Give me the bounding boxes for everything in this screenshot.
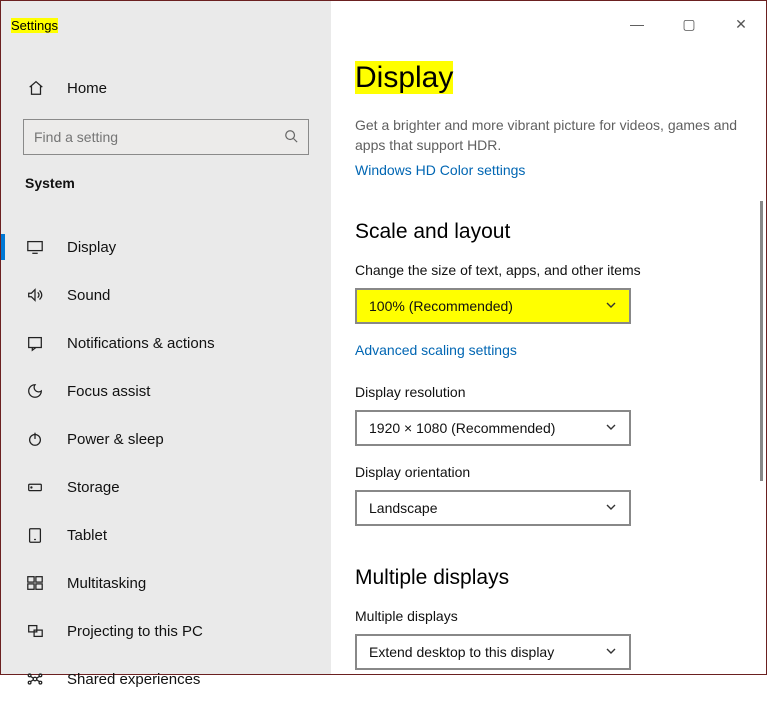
sidebar: Settings Home System Display — [1, 1, 331, 674]
chevron-down-icon — [605, 500, 617, 516]
sidebar-item-label: Storage — [67, 479, 120, 496]
resolution-dropdown[interactable]: 1920 × 1080 (Recommended) — [355, 410, 631, 446]
sidebar-item-multitasking[interactable]: Multitasking — [1, 559, 331, 607]
sidebar-item-label: Sound — [67, 287, 110, 304]
page-title: Display — [355, 61, 738, 95]
hdr-settings-link[interactable]: Windows HD Color settings — [355, 162, 525, 178]
notifications-icon — [25, 333, 45, 353]
maximize-button[interactable]: ▢ — [672, 11, 706, 37]
nav-list: Display Sound Notifications & actions Fo… — [1, 223, 331, 703]
sidebar-item-shared[interactable]: Shared experiences — [1, 655, 331, 703]
multitasking-icon — [25, 573, 45, 593]
home-button[interactable]: Home — [1, 65, 331, 111]
window-controls: — ▢ ✕ — [620, 11, 758, 37]
section-scale-layout: Scale and layout — [355, 220, 738, 244]
focus-assist-icon — [25, 381, 45, 401]
content-area: Display Get a brighter and more vibrant … — [331, 1, 766, 674]
multi-label: Multiple displays — [355, 608, 738, 624]
close-button[interactable]: ✕ — [724, 11, 758, 37]
storage-icon — [25, 477, 45, 497]
tablet-icon — [25, 525, 45, 545]
section-label-system: System — [1, 173, 331, 197]
sidebar-item-label: Focus assist — [67, 383, 150, 400]
chevron-down-icon — [605, 420, 617, 436]
chevron-down-icon — [605, 298, 617, 314]
sidebar-item-projecting[interactable]: Projecting to this PC — [1, 607, 331, 655]
search-field[interactable] — [34, 129, 284, 145]
scrollbar[interactable] — [760, 201, 763, 481]
sidebar-item-label: Display — [67, 239, 116, 256]
orientation-value: Landscape — [369, 500, 438, 516]
sidebar-item-sound[interactable]: Sound — [1, 271, 331, 319]
chevron-down-icon — [605, 644, 617, 660]
sidebar-item-storage[interactable]: Storage — [1, 463, 331, 511]
multiple-displays-dropdown[interactable]: Extend desktop to this display — [355, 634, 631, 670]
sidebar-item-label: Tablet — [67, 527, 107, 544]
sidebar-item-label: Power & sleep — [67, 431, 164, 448]
search-icon — [284, 129, 298, 146]
shared-icon — [25, 669, 45, 689]
sidebar-item-label: Shared experiences — [67, 671, 200, 688]
home-label: Home — [67, 80, 107, 97]
sidebar-item-display[interactable]: Display — [1, 223, 331, 271]
sound-icon — [25, 285, 45, 305]
orientation-dropdown[interactable]: Landscape — [355, 490, 631, 526]
sidebar-item-label: Projecting to this PC — [67, 623, 203, 640]
multi-value: Extend desktop to this display — [369, 644, 554, 660]
home-icon — [27, 79, 45, 97]
display-icon — [25, 237, 45, 257]
resolution-label: Display resolution — [355, 384, 738, 400]
advanced-scaling-link[interactable]: Advanced scaling settings — [355, 342, 517, 358]
sidebar-item-power[interactable]: Power & sleep — [1, 415, 331, 463]
power-icon — [25, 429, 45, 449]
projecting-icon — [25, 621, 45, 641]
hdr-description: Get a brighter and more vibrant picture … — [355, 115, 738, 156]
sidebar-item-label: Multitasking — [67, 575, 146, 592]
scale-value: 100% (Recommended) — [369, 298, 513, 314]
orientation-label: Display orientation — [355, 464, 738, 480]
sidebar-item-focus-assist[interactable]: Focus assist — [1, 367, 331, 415]
scale-label: Change the size of text, apps, and other… — [355, 262, 738, 278]
sidebar-item-label: Notifications & actions — [67, 335, 215, 352]
sidebar-item-notifications[interactable]: Notifications & actions — [1, 319, 331, 367]
resolution-value: 1920 × 1080 (Recommended) — [369, 420, 555, 436]
search-input[interactable] — [23, 119, 309, 155]
minimize-button[interactable]: — — [620, 11, 654, 37]
scale-dropdown[interactable]: 100% (Recommended) — [355, 288, 631, 324]
section-multiple-displays: Multiple displays — [355, 566, 738, 590]
app-title: Settings — [11, 18, 58, 33]
sidebar-item-tablet[interactable]: Tablet — [1, 511, 331, 559]
